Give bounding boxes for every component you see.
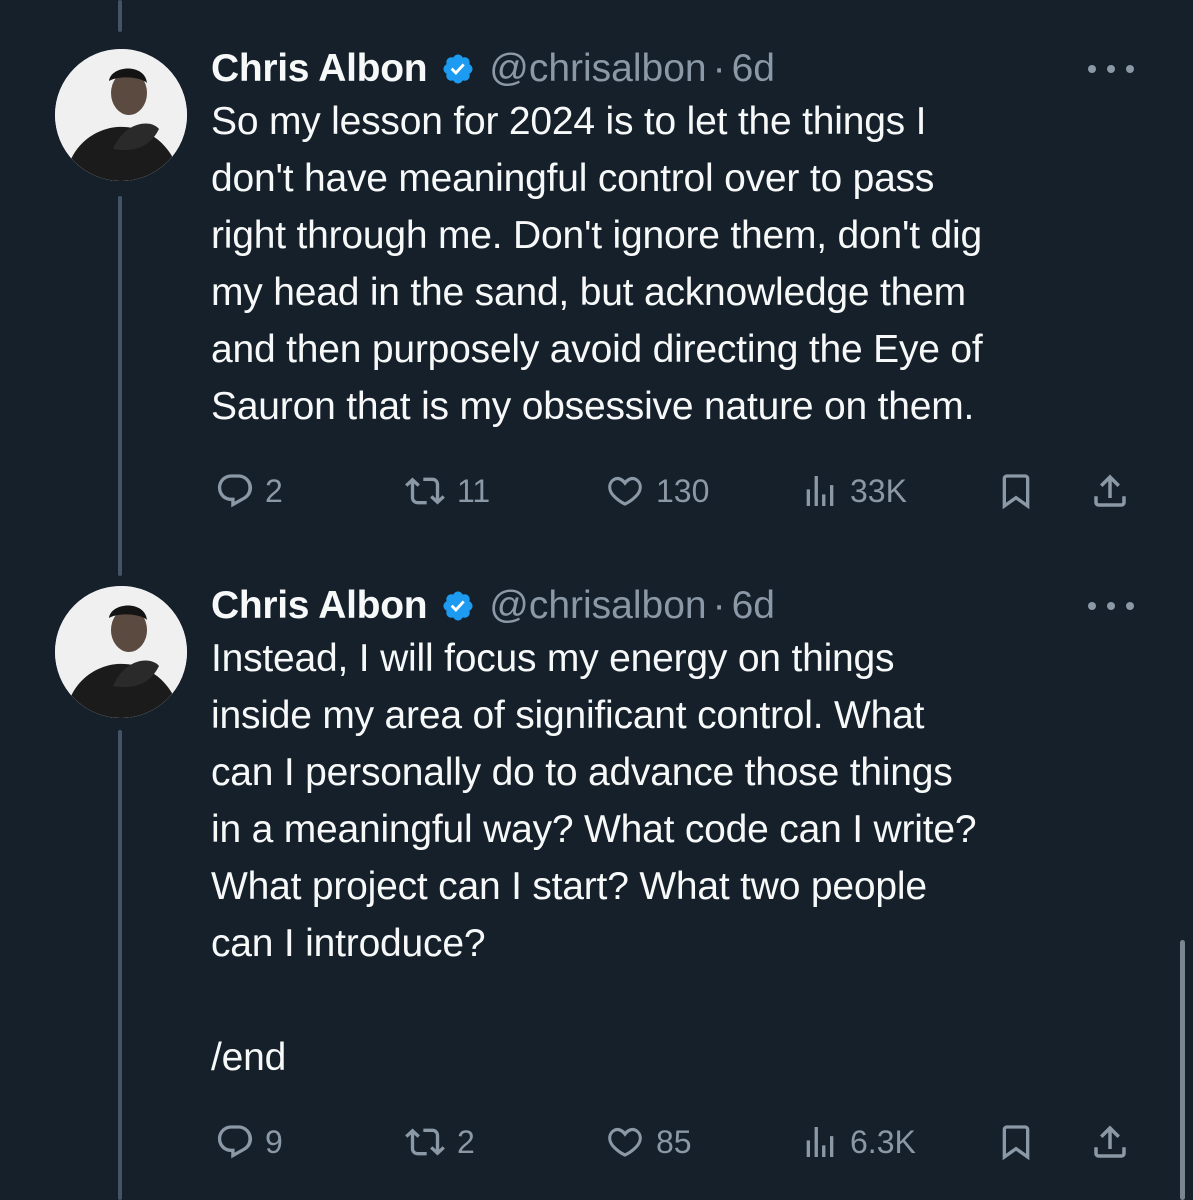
tweet[interactable]: Chris Albon @chrisalbon · 6d Instead, I … bbox=[0, 582, 1193, 1192]
views-button[interactable]: 33K bbox=[800, 466, 907, 516]
avatar[interactable] bbox=[55, 586, 187, 718]
reply-count: 2 bbox=[265, 472, 283, 509]
thread-line-top bbox=[118, 0, 122, 32]
repost-icon bbox=[405, 477, 445, 505]
views-button[interactable]: 6.3K bbox=[800, 1117, 916, 1167]
author-handle[interactable]: @chrisalbon bbox=[489, 47, 706, 91]
like-count: 85 bbox=[656, 1123, 692, 1160]
avatar[interactable] bbox=[55, 49, 187, 181]
timestamp[interactable]: 6d bbox=[732, 584, 775, 628]
bookmark-icon bbox=[1002, 1125, 1030, 1161]
like-button[interactable]: 85 bbox=[604, 1117, 692, 1167]
reply-button[interactable]: 9 bbox=[215, 1117, 283, 1167]
timestamp[interactable]: 6d bbox=[732, 47, 775, 91]
more-icon[interactable] bbox=[1088, 59, 1134, 79]
verified-badge-icon bbox=[441, 589, 475, 623]
reply-count: 9 bbox=[265, 1123, 283, 1160]
like-count: 130 bbox=[656, 472, 710, 509]
reply-button[interactable]: 2 bbox=[215, 466, 283, 516]
verified-badge-icon bbox=[441, 52, 475, 86]
author-name[interactable]: Chris Albon bbox=[211, 584, 428, 628]
reply-icon bbox=[217, 1125, 253, 1159]
like-icon bbox=[608, 1127, 642, 1157]
repost-button[interactable]: 2 bbox=[403, 1117, 475, 1167]
author-handle[interactable]: @chrisalbon bbox=[489, 584, 706, 628]
separator-dot: · bbox=[712, 47, 726, 90]
reply-icon bbox=[217, 474, 253, 508]
bookmark-button[interactable] bbox=[996, 1117, 1036, 1167]
tweet-actions: 2 11 130 33K bbox=[0, 466, 1193, 516]
tweet-text: So my lesson for 2024 is to let the thin… bbox=[211, 100, 983, 428]
author-name[interactable]: Chris Albon bbox=[211, 47, 428, 91]
repost-count: 11 bbox=[457, 472, 491, 509]
like-button[interactable]: 130 bbox=[604, 466, 709, 516]
bookmark-icon bbox=[1002, 474, 1030, 510]
share-icon bbox=[1094, 474, 1126, 507]
like-icon bbox=[608, 476, 642, 506]
bookmark-button[interactable] bbox=[996, 466, 1036, 516]
repost-icon bbox=[405, 1128, 445, 1156]
share-icon bbox=[1094, 1125, 1126, 1158]
separator-dot: · bbox=[712, 584, 726, 627]
tweet-header: Chris Albon @chrisalbon · 6d bbox=[211, 582, 775, 630]
tweet-header: Chris Albon @chrisalbon · 6d bbox=[211, 45, 775, 93]
views-count: 6.3K bbox=[850, 1123, 916, 1160]
repost-button[interactable]: 11 bbox=[403, 466, 490, 516]
views-icon bbox=[806, 1127, 834, 1157]
share-button[interactable] bbox=[1089, 466, 1131, 516]
repost-count: 2 bbox=[457, 1123, 475, 1160]
more-icon[interactable] bbox=[1088, 596, 1134, 616]
share-button[interactable] bbox=[1089, 1117, 1131, 1167]
views-count: 33K bbox=[850, 472, 907, 509]
views-icon bbox=[806, 476, 834, 506]
tweet-text: Instead, I will focus my energy on thing… bbox=[211, 637, 977, 1079]
tweet-actions: 9 2 85 6.3K bbox=[0, 1117, 1193, 1167]
tweet[interactable]: Chris Albon @chrisalbon · 6d So my lesso… bbox=[0, 45, 1193, 545]
